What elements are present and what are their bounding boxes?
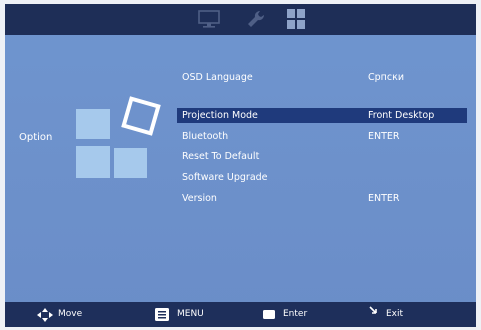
monitor-icon[interactable]: [198, 9, 220, 29]
menu-item-label: OSD Language: [182, 72, 253, 83]
section-title: Option: [19, 132, 53, 143]
menu-item-label: Reset To Default: [182, 151, 260, 162]
hint-menu-label: MENU: [177, 309, 204, 319]
hint-enter: Enter: [263, 307, 333, 322]
menu-item-projection-mode[interactable]: Projection Mode Front Desktop: [177, 108, 467, 123]
enter-icon: [263, 310, 275, 319]
menu-item-label: Software Upgrade: [182, 172, 268, 183]
menu-item-bluetooth[interactable]: Bluetooth ENTER: [177, 129, 467, 144]
menu-item-value: ENTER: [368, 131, 400, 142]
option-grid-icon[interactable]: [286, 8, 306, 30]
menu-item-label: Projection Mode: [182, 110, 258, 121]
menu-item-value: Front Desktop: [368, 110, 435, 121]
menu-item-osd-language[interactable]: OSD Language Српски: [177, 70, 467, 85]
menu-item-label: Version: [182, 193, 217, 204]
hint-enter-label: Enter: [283, 309, 308, 319]
option-windows-icon: [76, 96, 161, 178]
move-arrows-icon: [37, 308, 53, 322]
hint-exit-label: Exit: [386, 309, 404, 319]
wrench-icon[interactable]: [246, 9, 268, 29]
osd-panel: Option OSD Language Српски Projection Mode…: [5, 4, 476, 327]
menu-item-software-upgrade[interactable]: Software Upgrade: [177, 170, 467, 185]
top-tab-bar: [5, 4, 476, 35]
hint-menu: MENU: [155, 307, 225, 322]
menu-icon: [155, 308, 169, 321]
exit-icon: [369, 306, 377, 314]
hint-move-label: Move: [58, 309, 83, 319]
menu-item-reset-to-default[interactable]: Reset To Default: [177, 149, 467, 164]
menu-item-value: Српски: [368, 72, 405, 83]
menu-item-value: ENTER: [368, 193, 400, 204]
hint-exit: Exit: [368, 306, 428, 322]
hint-move: Move: [37, 307, 107, 322]
hint-bar: Move MENU Enter Exit: [5, 302, 476, 327]
menu-item-version[interactable]: Version ENTER: [177, 191, 467, 206]
menu-item-label: Bluetooth: [182, 131, 229, 142]
